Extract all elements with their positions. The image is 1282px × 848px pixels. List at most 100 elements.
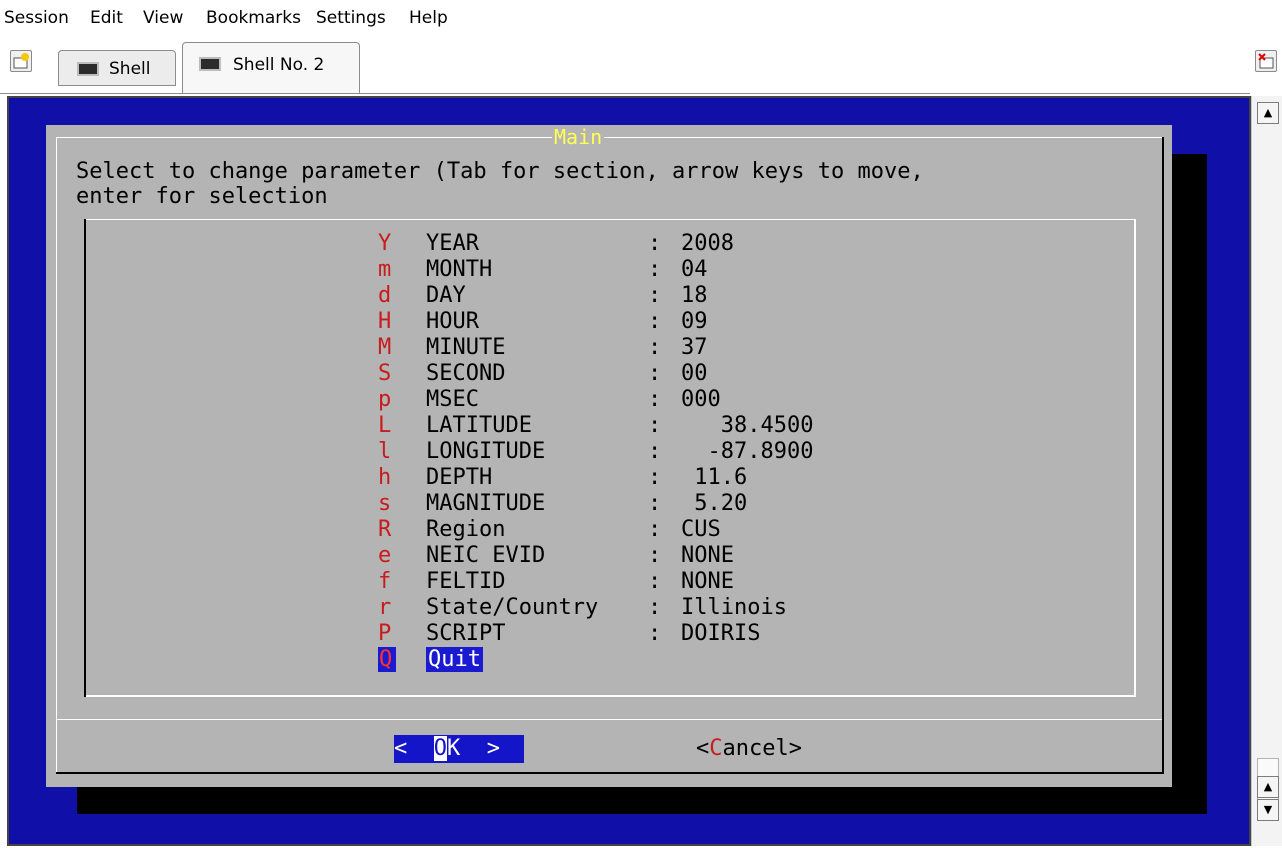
- menu-item-hotkey: f: [378, 569, 392, 594]
- prompt-line-1: Select to change parameter (Tab for sect…: [76, 159, 924, 184]
- menu-bar: Session Edit View Bookmarks Settings Hel…: [0, 0, 1282, 40]
- menu-item-colon: :: [648, 517, 662, 542]
- menu-item-label: YEAR: [426, 231, 479, 256]
- prompt-line-2: enter for selection: [76, 184, 328, 209]
- dialog-prompt: Select to change parameter (Tab for sect…: [76, 159, 924, 209]
- menu-item-label: MSEC: [426, 387, 479, 412]
- list-border: [84, 219, 86, 697]
- dialog-border: [56, 772, 1164, 774]
- main-dialog: Main Select to change parameter (Tab for…: [46, 125, 1172, 787]
- menu-item-colon: :: [648, 621, 662, 646]
- menu-item-label: Region: [426, 517, 506, 542]
- dialog-title: Main: [552, 125, 605, 149]
- button-separator: [56, 719, 1164, 720]
- menu-item-colon: :: [648, 595, 662, 620]
- menu-item-colon: :: [648, 413, 662, 438]
- tab-shell-label: Shell: [109, 59, 151, 79]
- menu-item-label: LONGITUDE: [426, 439, 546, 464]
- menu-item-value: 5.20: [681, 491, 748, 516]
- ok-left: <: [394, 736, 434, 761]
- menu-item-label: FELTID: [426, 569, 506, 594]
- menu-item-value: 38.4500: [681, 413, 814, 438]
- menu-item-value: 000: [681, 387, 721, 412]
- menu-item-value: NONE: [681, 569, 734, 594]
- menu-item-colon: :: [648, 231, 662, 256]
- menu-item-label: MINUTE: [426, 335, 506, 360]
- menu-item-label: SCRIPT: [426, 621, 506, 646]
- menu-item-label: SECOND: [426, 361, 506, 386]
- menu-item-label: State/Country: [426, 595, 599, 620]
- scroll-up-button-bottom[interactable]: ▲: [1257, 776, 1279, 798]
- menu-item-hotkey: S: [378, 361, 392, 386]
- list-border: [84, 219, 1136, 220]
- menu-item-hotkey: d: [378, 283, 392, 308]
- menu-session[interactable]: Session: [4, 8, 69, 28]
- menu-item-value: 09: [681, 309, 708, 334]
- menu-list-box: [84, 219, 1136, 697]
- menu-item-hotkey: l: [378, 439, 392, 464]
- menu-item-value: 2008: [681, 231, 734, 256]
- menu-edit[interactable]: Edit: [90, 8, 123, 28]
- dialog-border: [1162, 137, 1164, 773]
- menu-item-value: 11.6: [681, 465, 748, 490]
- menu-item-label: MONTH: [426, 257, 493, 282]
- cancel-rest: ancel>: [722, 736, 802, 761]
- terminal-icon: [77, 62, 99, 76]
- close-session-button[interactable]: [1255, 50, 1277, 72]
- menu-item-hotkey: p: [378, 387, 392, 412]
- menu-item-hotkey: m: [378, 257, 392, 282]
- menu-item-colon: :: [648, 387, 662, 412]
- menu-item-label: Quit: [426, 647, 483, 672]
- menu-item-hotkey: H: [378, 309, 392, 334]
- tab-shell-no-2[interactable]: Shell No. 2: [182, 42, 360, 94]
- tab-shell-no-2-label: Shell No. 2: [233, 55, 325, 75]
- scroll-up-button[interactable]: ▲: [1257, 102, 1279, 124]
- menu-item-label: DEPTH: [426, 465, 493, 490]
- cancel-button[interactable]: <Cancel>: [696, 735, 802, 763]
- menu-item-value: CUS: [681, 517, 721, 542]
- cancel-left: <: [696, 736, 710, 761]
- ok-button[interactable]: < OK >: [394, 735, 524, 763]
- menu-item-colon: :: [648, 439, 662, 464]
- menu-settings[interactable]: Settings: [316, 8, 386, 28]
- terminal-scrollbar[interactable]: ▲ ▲ ▼: [1251, 96, 1282, 846]
- menu-item-colon: :: [648, 309, 662, 334]
- menu-item-colon: :: [648, 465, 662, 490]
- ok-hotkey: O: [433, 736, 447, 761]
- scroll-down-button[interactable]: ▼: [1257, 799, 1279, 821]
- menu-help[interactable]: Help: [409, 8, 448, 28]
- list-border: [1134, 219, 1136, 697]
- menu-item-value: 00: [681, 361, 708, 386]
- menu-item-value: NONE: [681, 543, 734, 568]
- menu-item-colon: :: [648, 283, 662, 308]
- menu-item-value: DOIRIS: [681, 621, 761, 646]
- button-separator: [1162, 717, 1164, 721]
- menu-item-hotkey: Y: [378, 231, 392, 256]
- menu-item-hotkey: R: [378, 517, 392, 542]
- menu-item-colon: :: [648, 335, 662, 360]
- terminal-icon: [199, 57, 221, 71]
- list-border: [84, 695, 1136, 697]
- menu-item-hotkey: e: [378, 543, 392, 568]
- menu-item-label: DAY: [426, 283, 466, 308]
- dialog-border: [56, 137, 57, 773]
- menu-item-hotkey: s: [378, 491, 392, 516]
- menu-item-label: LATITUDE: [426, 413, 532, 438]
- cancel-hotkey: C: [709, 736, 723, 761]
- menu-item-label: HOUR: [426, 309, 479, 334]
- menu-view[interactable]: View: [143, 8, 183, 28]
- ok-rest: K >: [447, 736, 500, 761]
- tab-shell[interactable]: Shell: [58, 50, 176, 86]
- menu-bookmarks[interactable]: Bookmarks: [206, 8, 301, 28]
- menu-item-value: 04: [681, 257, 708, 282]
- menu-item-colon: :: [648, 543, 662, 568]
- menu-item-colon: :: [648, 569, 662, 594]
- menu-item-hotkey: r: [378, 595, 392, 620]
- menu-item-value: 37: [681, 335, 708, 360]
- new-session-button[interactable]: [10, 50, 32, 72]
- menu-item-label: MAGNITUDE: [426, 491, 546, 516]
- menu-item-colon: :: [648, 361, 662, 386]
- menu-item-value: -87.8900: [681, 439, 814, 464]
- menu-item-label: NEIC EVID: [426, 543, 546, 568]
- new-tab-icon: [13, 53, 29, 69]
